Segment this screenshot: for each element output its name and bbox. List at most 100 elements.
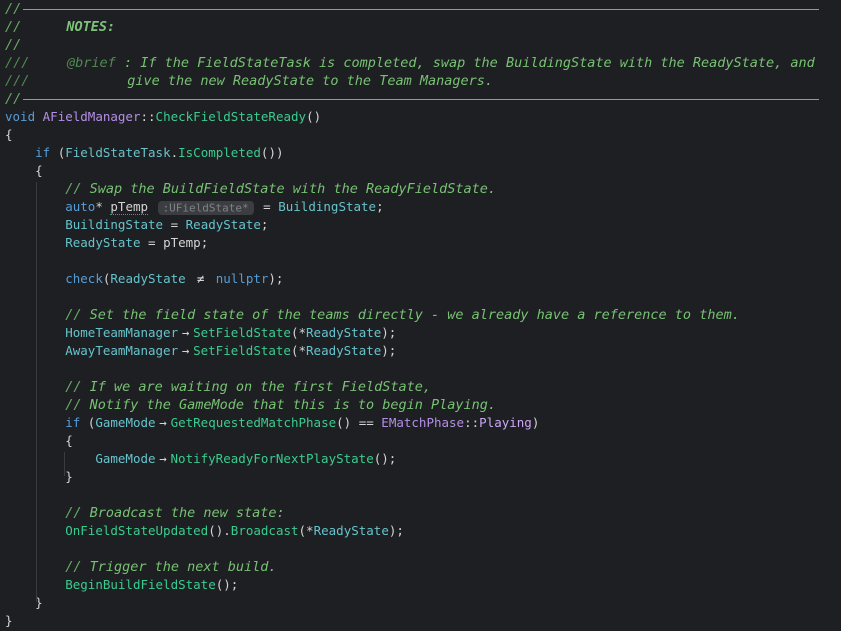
- code-token: );: [389, 523, 404, 538]
- code-token: BeginBuildFieldState: [65, 577, 216, 592]
- code-token: [35, 109, 43, 124]
- code-token: //: [65, 505, 81, 521]
- code-token: EMatchPhase: [381, 415, 464, 430]
- code-token: Playing: [479, 415, 532, 430]
- code-token: if: [65, 415, 80, 430]
- code-token: ): [532, 415, 540, 430]
- code-line[interactable]: AwayTeamManager→SetFieldState(*ReadyStat…: [5, 342, 841, 360]
- code-token: SetFieldState: [193, 343, 291, 358]
- code-token: ///: [5, 55, 29, 71]
- comment-divider-line: [23, 9, 819, 10]
- code-token: ::: [140, 109, 155, 124]
- code-line[interactable]: OnFieldStateUpdated().Broadcast(*ReadySt…: [5, 522, 841, 540]
- code-token: =: [163, 217, 186, 232]
- code-token: ReadyState: [314, 523, 389, 538]
- code-token: give the new ReadyState to the Team Mana…: [127, 73, 493, 89]
- indent-guide: [36, 182, 37, 602]
- code-token: check: [65, 271, 103, 286]
- code-token: (: [80, 415, 95, 430]
- code-line[interactable]: if (FieldStateTask.IsCompleted()): [5, 144, 841, 162]
- code-line[interactable]: //: [5, 90, 841, 108]
- code-token: {: [5, 127, 13, 142]
- code-token: (: [50, 145, 65, 160]
- code-token: (*: [291, 343, 306, 358]
- code-line[interactable]: //: [5, 36, 841, 54]
- code-token: ::: [464, 415, 479, 430]
- code-token: : If the FieldStateTask is completed, sw…: [116, 55, 815, 71]
- code-token: FieldStateTask: [65, 145, 170, 160]
- code-token: →: [156, 414, 171, 432]
- code-token: .: [171, 145, 179, 160]
- code-token: (*: [291, 325, 306, 340]
- code-line[interactable]: check(ReadyState ≠ nullptr);: [5, 270, 841, 288]
- code-token: Broadcast: [231, 523, 299, 538]
- code-token: [208, 271, 216, 286]
- code-token: //: [5, 1, 21, 17]
- code-line[interactable]: // Broadcast the new state:: [5, 504, 841, 522]
- code-line[interactable]: HomeTeamManager→SetFieldState(*ReadyStat…: [5, 324, 841, 342]
- code-line[interactable]: // Notify the GameMode that this is to b…: [5, 396, 841, 414]
- code-line[interactable]: auto* pTemp :UFieldState* = BuildingStat…: [5, 198, 841, 216]
- code-token: ReadyState: [65, 235, 140, 250]
- code-line[interactable]: void AFieldManager::CheckFieldStateReady…: [5, 108, 841, 126]
- code-line[interactable]: BeginBuildFieldState();: [5, 576, 841, 594]
- code-token: NotifyReadyForNextPlayState: [171, 451, 374, 466]
- code-token: auto: [65, 199, 95, 214]
- code-token: →: [156, 450, 171, 468]
- code-line[interactable]: // Set the field state of the teams dire…: [5, 306, 841, 324]
- code-line[interactable]: /// give the new ReadyState to the Team …: [5, 72, 841, 90]
- code-line[interactable]: /// @brief : If the FieldStateTask is co…: [5, 54, 841, 72]
- code-line[interactable]: [5, 486, 841, 504]
- code-token: nullptr: [216, 271, 269, 286]
- code-line[interactable]: {: [5, 432, 841, 450]
- code-token: ReadyState: [306, 325, 381, 340]
- code-token: If we are waiting on the first FieldStat…: [81, 379, 431, 395]
- code-line[interactable]: [5, 540, 841, 558]
- code-token: @brief: [67, 55, 116, 71]
- code-line[interactable]: // Swap the BuildFieldState with the Rea…: [5, 180, 841, 198]
- code-line[interactable]: {: [5, 162, 841, 180]
- code-token: ();: [374, 451, 397, 466]
- code-token: GameMode: [95, 451, 155, 466]
- code-token: Trigger the next build.: [81, 559, 276, 575]
- code-token: HomeTeamManager: [65, 325, 178, 340]
- code-line[interactable]: BuildingState = ReadyState;: [5, 216, 841, 234]
- code-token: ;: [261, 217, 269, 232]
- code-line[interactable]: [5, 360, 841, 378]
- code-line[interactable]: }: [5, 612, 841, 630]
- code-token: //: [5, 19, 21, 35]
- code-token: GameMode: [95, 415, 155, 430]
- code-token: AFieldManager: [43, 109, 141, 124]
- code-line[interactable]: // If we are waiting on the first FieldS…: [5, 378, 841, 396]
- code-line[interactable]: // Trigger the next build.: [5, 558, 841, 576]
- code-token: ().: [208, 523, 231, 538]
- code-token: SetFieldState: [193, 325, 291, 340]
- code-token: CheckFieldStateReady: [156, 109, 307, 124]
- code-token: }: [5, 469, 73, 484]
- code-line[interactable]: {: [5, 126, 841, 144]
- code-line[interactable]: [5, 288, 841, 306]
- code-token: //: [5, 37, 21, 53]
- code-token: {: [5, 163, 43, 178]
- code-line[interactable]: //: [5, 0, 841, 18]
- code-token: [5, 145, 35, 160]
- code-line[interactable]: // NOTES:: [5, 18, 841, 36]
- code-token: *: [95, 199, 110, 214]
- code-token: ///: [5, 73, 29, 89]
- code-line[interactable]: ReadyState = pTemp;: [5, 234, 841, 252]
- code-token: [21, 19, 66, 34]
- code-line[interactable]: if (GameMode→GetRequestedMatchPhase() ==…: [5, 414, 841, 432]
- code-editor[interactable]: //// NOTES:///// @brief : If the FieldSt…: [0, 0, 841, 631]
- code-line[interactable]: GameMode→NotifyReadyForNextPlayState();: [5, 450, 841, 468]
- code-token: );: [268, 271, 283, 286]
- code-line[interactable]: }: [5, 468, 841, 486]
- code-line[interactable]: }: [5, 594, 841, 612]
- code-token: //: [65, 559, 81, 575]
- code-token: );: [381, 343, 396, 358]
- code-token: →: [178, 342, 193, 360]
- code-token: void: [5, 109, 35, 124]
- code-line[interactable]: [5, 252, 841, 270]
- code-token: =: [140, 235, 163, 250]
- code-token: =: [256, 199, 279, 214]
- code-token: Swap the BuildFieldState with the ReadyF…: [81, 181, 496, 197]
